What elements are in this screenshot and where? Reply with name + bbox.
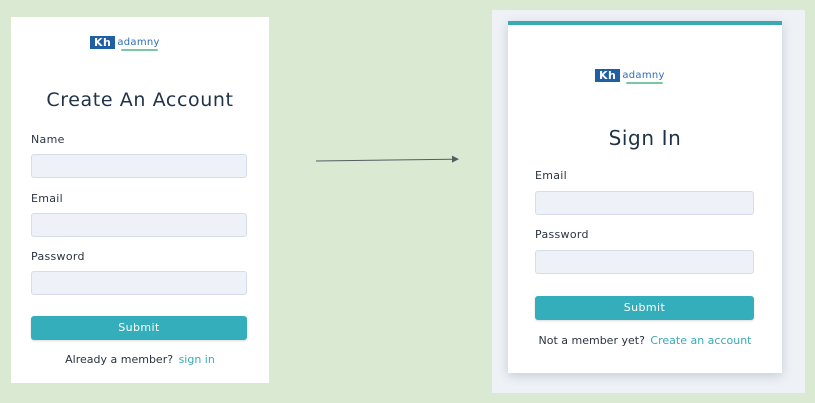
register-email-field[interactable] — [31, 213, 247, 237]
register-footer: Already a member? sign in — [11, 353, 269, 366]
logo-wordmark: adamny — [622, 70, 665, 84]
signin-password-field[interactable] — [535, 250, 754, 274]
right-arrow-icon — [316, 155, 459, 163]
register-submit-button[interactable]: Submit — [31, 316, 247, 340]
register-password-label: Password — [31, 250, 85, 263]
create-account-link[interactable]: Create an account — [650, 334, 751, 347]
register-email-label: Email — [31, 192, 64, 205]
logo-mark: Kh — [90, 36, 116, 49]
name-field[interactable] — [31, 154, 247, 178]
signin-submit-button[interactable]: Submit — [535, 296, 754, 320]
brand-logo: Kh adamny — [90, 36, 160, 51]
signin-footer: Not a member yet? Create an account — [508, 334, 782, 347]
logo-wordmark: adamny — [117, 37, 160, 51]
register-password-field[interactable] — [31, 271, 247, 295]
name-label: Name — [31, 133, 65, 146]
register-panel: Kh adamny Create An Account Name Email P… — [11, 17, 269, 383]
signin-title: Sign In — [608, 126, 682, 150]
brand-logo: Kh adamny — [595, 69, 665, 84]
signin-password-label: Password — [535, 228, 589, 241]
signin-email-field[interactable] — [535, 191, 754, 215]
signin-panel: Kh adamny Sign In Email Password Submit … — [508, 21, 782, 373]
sign-in-link[interactable]: sign in — [179, 353, 215, 366]
signin-footer-text: Not a member yet? — [538, 334, 645, 347]
logo-mark: Kh — [595, 69, 621, 82]
signin-email-label: Email — [535, 169, 568, 182]
register-title: Create An Account — [46, 89, 234, 111]
register-footer-text: Already a member? — [65, 353, 174, 366]
